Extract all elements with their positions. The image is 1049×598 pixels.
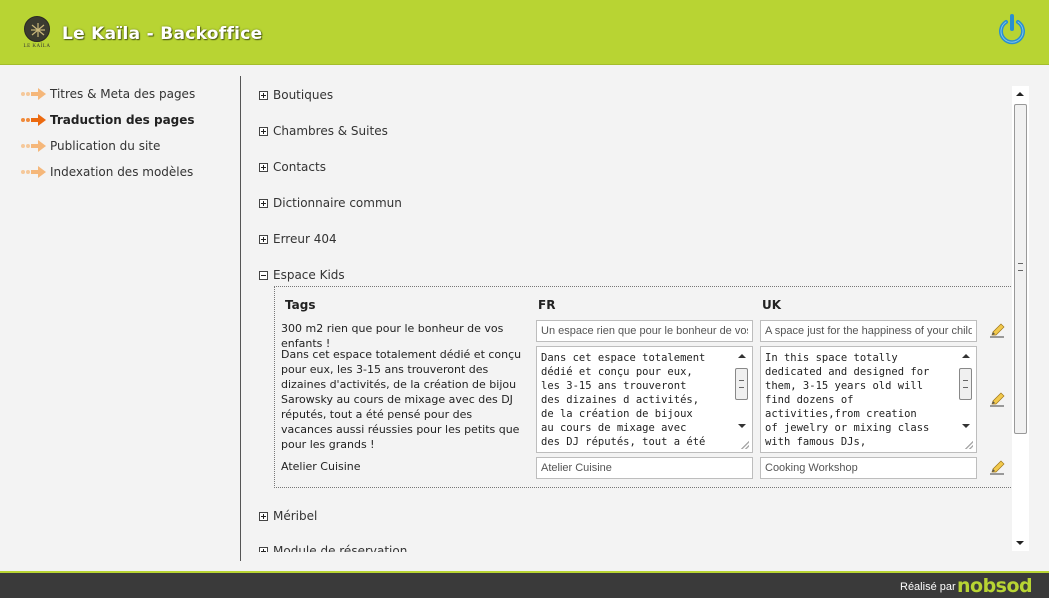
uk-translation-textarea[interactable]: In this space totally dedicated and desi…: [760, 346, 977, 453]
sidebar-divider: [240, 76, 241, 561]
sidebar-item-label: Traduction des pages: [50, 113, 195, 127]
section-label: Méribel: [273, 509, 318, 523]
section-contacts[interactable]: Contacts: [259, 158, 326, 176]
footer-credit: Réalisé par: [900, 581, 956, 593]
section-label: Erreur 404: [273, 232, 337, 246]
logo-emblem-icon: [24, 16, 50, 42]
section-dictionnaire-commun[interactable]: Dictionnaire commun: [259, 194, 402, 212]
arrow-right-icon: [21, 88, 46, 100]
edit-pencil-icon[interactable]: [989, 460, 1005, 476]
sidebar-item-label: Publication du site: [50, 139, 161, 153]
textarea-content: Dans cet espace totalement dédié et conç…: [541, 352, 706, 448]
uk-translation-input[interactable]: [760, 457, 977, 479]
scroll-thumb[interactable]: [1014, 104, 1027, 434]
column-header-tags: Tags: [285, 298, 316, 312]
section-label: Boutiques: [273, 88, 334, 102]
logo: LE KAÏLA: [21, 16, 53, 54]
sidebar-item-label: Titres & Meta des pages: [50, 87, 196, 101]
edit-pencil-icon[interactable]: [989, 323, 1005, 339]
fr-translation-input[interactable]: [536, 320, 753, 342]
sidebar-item-titres-meta[interactable]: Titres & Meta des pages: [20, 85, 195, 103]
section-label: Dictionnaire commun: [273, 196, 402, 210]
arrow-right-icon: [21, 114, 46, 126]
footer-bar: Réalisé par nobsod: [0, 571, 1049, 598]
section-label: Module de réservation: [273, 544, 408, 552]
uk-translation-input[interactable]: [760, 320, 977, 342]
fr-translation-textarea[interactable]: Dans cet espace totalement dédié et conç…: [536, 346, 753, 453]
section-label: Contacts: [273, 160, 326, 174]
expand-icon[interactable]: [259, 198, 268, 208]
section-label: Chambres & Suites: [273, 124, 388, 138]
textarea-scrollbar[interactable]: [959, 350, 973, 430]
tag-text: Atelier Cuisine: [281, 460, 361, 473]
expand-icon[interactable]: [259, 126, 268, 136]
scroll-up-icon[interactable]: [1016, 92, 1024, 96]
section-meribel[interactable]: Méribel: [259, 507, 317, 525]
expand-icon[interactable]: [259, 511, 268, 521]
tag-text: Dans cet espace totalement dédié et conç…: [281, 348, 522, 451]
logout-button[interactable]: [996, 13, 1028, 47]
column-header-uk: UK: [762, 298, 782, 312]
arrow-right-icon: [21, 140, 46, 152]
page-scrollbar[interactable]: [1012, 86, 1029, 551]
section-label: Espace Kids: [273, 268, 345, 282]
sidebar-item-publication[interactable]: Publication du site: [20, 137, 160, 155]
section-erreur-404[interactable]: Erreur 404: [259, 230, 337, 248]
scroll-down-icon[interactable]: [1016, 541, 1024, 545]
logo-text: LE KAÏLA: [23, 44, 51, 49]
column-header-fr: FR: [538, 298, 556, 312]
expand-icon[interactable]: [259, 90, 268, 100]
section-espace-kids[interactable]: Espace Kids: [259, 266, 345, 284]
fr-translation-input[interactable]: [536, 457, 753, 479]
section-boutiques[interactable]: Boutiques: [259, 86, 333, 104]
sidebar-item-traduction[interactable]: Traduction des pages: [20, 111, 195, 129]
translation-table: Tags FR UK 300 m2 rien que pour le bonhe…: [274, 286, 1013, 488]
expand-icon[interactable]: [259, 162, 268, 172]
expand-icon[interactable]: [259, 234, 268, 244]
resize-handle[interactable]: [965, 441, 973, 449]
collapse-icon[interactable]: [259, 270, 268, 280]
arrow-right-icon: [21, 166, 46, 178]
textarea-content: In this space totally dedicated and desi…: [765, 352, 930, 448]
expand-icon[interactable]: [259, 546, 268, 552]
power-icon: [999, 14, 1025, 45]
sidebar-item-indexation[interactable]: Indexation des modèles: [20, 163, 193, 181]
footer-brand-logo[interactable]: nobsod: [957, 575, 1033, 597]
section-chambres-suites[interactable]: Chambres & Suites: [259, 122, 388, 140]
sidebar: Titres & Meta des pages Traduction des p…: [0, 65, 241, 570]
sidebar-item-label: Indexation des modèles: [50, 165, 194, 179]
edit-pencil-icon[interactable]: [989, 392, 1005, 408]
header-bar: LE KAÏLA Le Kaïla - Backoffice: [0, 0, 1049, 65]
resize-handle[interactable]: [741, 441, 749, 449]
section-module-reservation[interactable]: Module de réservation: [259, 542, 407, 552]
app-title: Le Kaïla - Backoffice: [62, 24, 263, 44]
translation-panel: Boutiques Chambres & Suites Contacts Dic…: [255, 80, 1015, 552]
textarea-scrollbar[interactable]: [735, 350, 749, 430]
